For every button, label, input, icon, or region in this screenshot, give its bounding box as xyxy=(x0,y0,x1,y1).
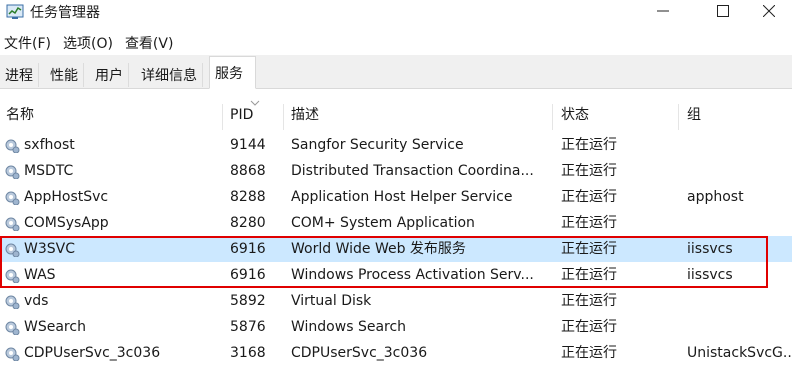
table-row[interactable]: CDPUserSvc_3c036 3168 CDPUserSvc_3c036 正… xyxy=(0,340,792,366)
table-row[interactable]: AppHostSvc 8288 Application Host Helper … xyxy=(0,184,792,210)
column-header-status[interactable]: 状态 xyxy=(555,104,679,130)
menu-options[interactable]: 选项(O) xyxy=(57,30,119,54)
minimize-icon xyxy=(657,5,669,21)
minimize-button[interactable] xyxy=(640,0,686,26)
service-pid: 8868 xyxy=(230,163,266,179)
service-group xyxy=(687,288,792,314)
service-gear-icon xyxy=(4,189,20,205)
service-name: sxfhost xyxy=(24,137,75,153)
tab-performance[interactable]: 性能 xyxy=(45,63,84,87)
tab-users[interactable]: 用户 xyxy=(90,63,129,87)
window-title: 任务管理器 xyxy=(30,5,100,21)
table-row[interactable]: sxfhost 9144 Sangfor Security Service 正在… xyxy=(0,132,792,158)
service-gear-icon xyxy=(4,319,20,335)
close-button[interactable] xyxy=(746,0,792,26)
service-group xyxy=(687,158,792,184)
title-bar: 任务管理器 xyxy=(0,0,792,26)
table-row[interactable]: WSearch 5876 Windows Search 正在运行 xyxy=(0,314,792,340)
service-name: AppHostSvc xyxy=(24,189,109,205)
service-status: 正在运行 xyxy=(561,137,617,153)
menu-view[interactable]: 查看(V) xyxy=(119,30,180,54)
service-pid: 5892 xyxy=(230,293,266,309)
menu-file[interactable]: 文件(F) xyxy=(0,30,57,54)
table-row[interactable]: MSDTC 8868 Distributed Transaction Coord… xyxy=(0,158,792,184)
sort-ascending-icon xyxy=(250,96,260,112)
service-pid: 8288 xyxy=(230,189,266,205)
column-header-description[interactable]: 描述 xyxy=(285,104,553,130)
service-pid: 8280 xyxy=(230,215,266,231)
service-description: Virtual Disk xyxy=(291,293,372,309)
close-icon xyxy=(762,4,776,21)
service-name: COMSysApp xyxy=(24,215,109,231)
task-manager-app-icon xyxy=(6,3,24,25)
service-description: Sangfor Security Service xyxy=(291,137,464,153)
service-group: apphost xyxy=(687,189,744,205)
table-row[interactable]: vds 5892 Virtual Disk 正在运行 xyxy=(0,288,792,314)
service-pid: 3168 xyxy=(230,345,266,361)
service-group xyxy=(687,132,792,158)
service-name: WSearch xyxy=(24,319,86,335)
table-header: 名称 PID 描述 状态 组 xyxy=(0,100,792,130)
tab-bar: 进程 性能 用户 详细信息 服务 xyxy=(0,55,792,89)
menu-bar: 文件(F) 选项(O) 查看(V) xyxy=(0,30,179,54)
service-pid: 5876 xyxy=(230,319,266,335)
tab-details[interactable]: 详细信息 xyxy=(136,63,203,87)
service-pid: 9144 xyxy=(230,137,266,153)
service-description: COM+ System Application xyxy=(291,215,475,231)
service-name: vds xyxy=(24,293,49,309)
service-status: 正在运行 xyxy=(561,345,617,361)
service-status: 正在运行 xyxy=(561,293,617,309)
service-gear-icon xyxy=(4,345,20,361)
service-gear-icon xyxy=(4,137,20,153)
service-group xyxy=(687,210,792,236)
service-status: 正在运行 xyxy=(561,189,617,205)
service-description: Distributed Transaction Coordina... xyxy=(291,163,534,179)
service-description: CDPUserSvc_3c036 xyxy=(291,345,428,361)
tab-processes[interactable]: 进程 xyxy=(0,63,39,87)
service-description: Windows Search xyxy=(291,319,407,335)
service-status: 正在运行 xyxy=(561,319,617,335)
column-header-name[interactable]: 名称 xyxy=(0,104,223,130)
service-gear-icon xyxy=(4,163,20,179)
service-group: UnistackSvcG... xyxy=(687,345,792,361)
service-name: CDPUserSvc_3c036 xyxy=(24,345,161,361)
column-header-group[interactable]: 组 xyxy=(681,104,792,130)
service-status: 正在运行 xyxy=(561,215,617,231)
service-status: 正在运行 xyxy=(561,163,617,179)
table-row[interactable]: COMSysApp 8280 COM+ System Application 正… xyxy=(0,210,792,236)
maximize-button[interactable] xyxy=(700,0,746,26)
service-gear-icon xyxy=(4,215,20,231)
service-group xyxy=(687,314,792,340)
service-description: Application Host Helper Service xyxy=(291,189,513,205)
highlight-box xyxy=(0,236,768,288)
maximize-icon xyxy=(717,5,729,21)
tab-services[interactable]: 服务 xyxy=(209,56,256,89)
service-gear-icon xyxy=(4,293,20,309)
service-name: MSDTC xyxy=(24,163,74,179)
